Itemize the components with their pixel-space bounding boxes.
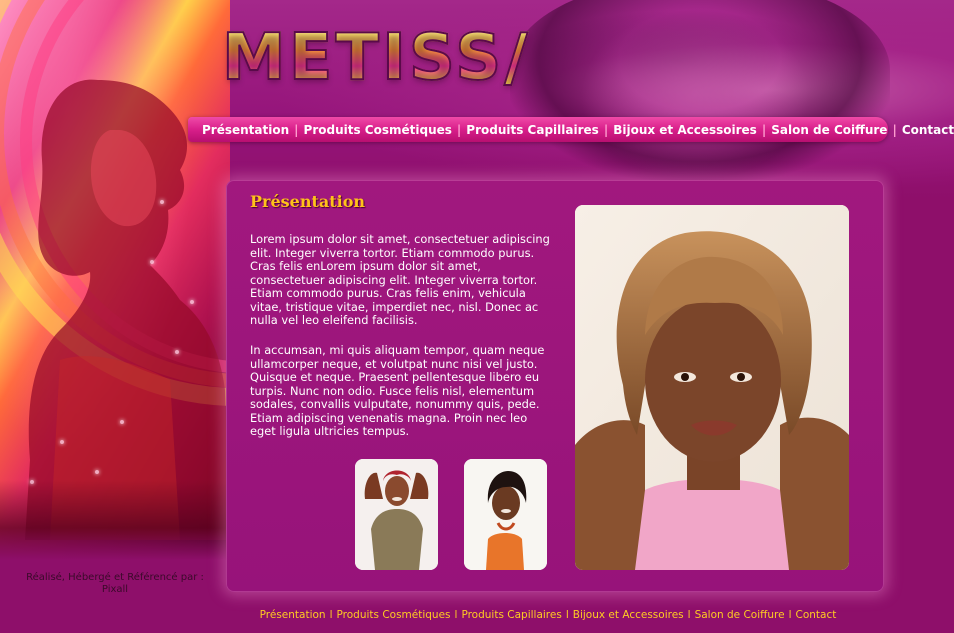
footer-link-presentation[interactable]: Présentation (260, 609, 326, 621)
nav-item-produits-cosmetiques[interactable]: Produits Cosmétiques (304, 123, 452, 137)
nav-item-bijoux-accessoires[interactable]: Bijoux et Accessoires (613, 123, 757, 137)
intro-paragraph: Lorem ipsum dolor sit amet, consectetuer… (250, 232, 550, 327)
footer-link-produits-capillaires[interactable]: Produits Capillaires (461, 609, 561, 621)
sparkle-icon (150, 260, 154, 264)
credits-label: Réalisé, Hébergé et Référencé par : (26, 572, 204, 583)
footer-navigation: Présentation l Produits Cosmétiques l Produi… (0, 609, 954, 621)
footer-link-contact[interactable]: Contact (796, 609, 837, 621)
nav-item-produits-capillaires[interactable]: Produits Capillaires (466, 123, 599, 137)
site-logo[interactable]: METISS/ (221, 18, 531, 98)
thumbnail-photo-woman-red-hair[interactable] (355, 459, 438, 570)
footer-link-produits-cosmetiques[interactable]: Produits Cosmétiques (337, 609, 451, 621)
sparkle-icon (160, 200, 164, 204)
footer-separator: l (565, 609, 569, 621)
footer-link-salon-de-coiffure[interactable]: Salon de Coiffure (695, 609, 785, 621)
sparkle-icon (60, 440, 64, 444)
sparkle-icon (95, 470, 99, 474)
nav-separator: | (761, 122, 767, 137)
nav-separator: | (456, 122, 462, 137)
thumbnail-photo-woman-bob[interactable] (464, 459, 547, 570)
credits-company-link[interactable]: Pixall (10, 584, 220, 596)
footer-separator: l (687, 609, 691, 621)
page-title: Présentation (250, 192, 365, 211)
nav-item-contact[interactable]: Contact (902, 123, 954, 137)
footer-link-bijoux-accessoires[interactable]: Bijoux et Accessoires (573, 609, 684, 621)
nav-item-salon-de-coiffure[interactable]: Salon de Coiffure (771, 123, 887, 137)
featured-portrait-photo (575, 205, 849, 570)
left-art-fade (0, 480, 230, 560)
sparkle-icon (190, 300, 194, 304)
footer-separator: l (329, 609, 333, 621)
woman-portrait-image (575, 205, 849, 570)
sparkle-icon (175, 350, 179, 354)
woman-portrait-image (464, 459, 547, 570)
sparkle-icon (120, 420, 124, 424)
credits-block: Réalisé, Hébergé et Référencé par : Pixa… (10, 572, 220, 596)
footer-separator: l (454, 609, 458, 621)
second-paragraph: In accumsan, mi quis aliquam tempor, qua… (250, 343, 545, 438)
nav-separator: | (603, 122, 609, 137)
nav-separator: | (294, 122, 299, 137)
header-photo-face (580, 10, 810, 180)
main-navigation: Présentation | Produits Cosmétiques | Pr… (188, 117, 954, 142)
woman-portrait-image (355, 459, 438, 570)
left-decorative-artwork (0, 0, 516, 560)
footer-separator: l (788, 609, 792, 621)
nav-item-presentation[interactable]: Présentation (202, 123, 289, 137)
nav-separator: | (892, 122, 897, 137)
